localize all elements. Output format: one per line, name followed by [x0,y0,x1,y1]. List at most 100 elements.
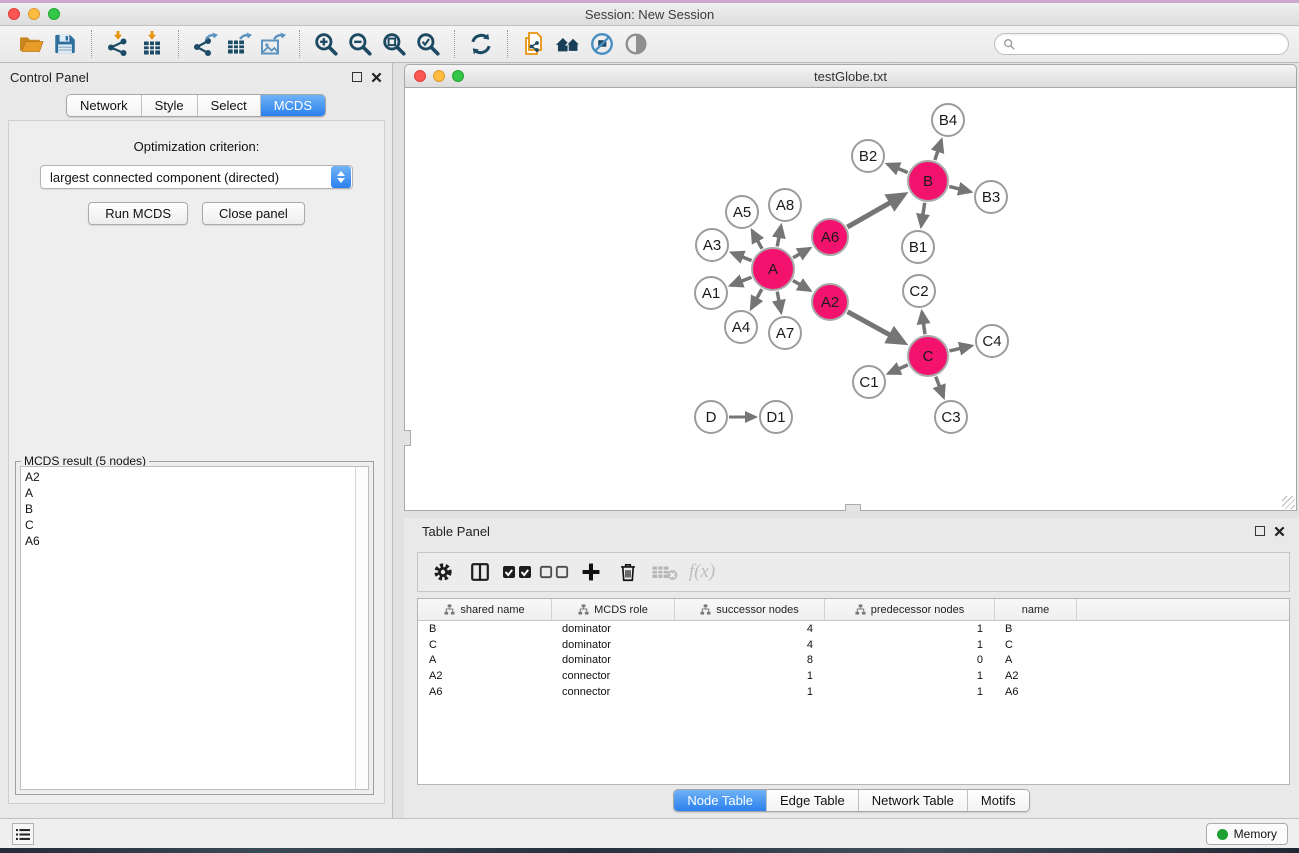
float-panel-icon[interactable] [352,72,362,82]
tab-style[interactable]: Style [141,95,197,116]
criterion-dropdown[interactable]: largest connected component (directed) [40,165,353,189]
graph-edge-A-A6[interactable] [793,249,809,258]
graph-node-A3[interactable]: A3 [695,228,729,262]
cell-MCDS-role[interactable]: dominator [551,639,674,651]
tab-select[interactable]: Select [197,95,260,116]
cell-successor-nodes[interactable]: 1 [674,670,824,682]
result-item[interactable]: B [25,501,352,517]
result-item[interactable]: A [25,485,352,501]
zoom-fit-button[interactable] [377,29,411,59]
graph-node-A[interactable]: A [751,247,795,291]
table-options-button[interactable] [428,557,458,587]
column-header-MCDS-role[interactable]: MCDS role [551,599,674,620]
close-panel-button[interactable]: Close panel [202,202,305,225]
graph-edge-B-B4[interactable] [935,140,941,160]
graph-node-D1[interactable]: D1 [759,400,793,434]
column-header-shared-name[interactable]: shared name [418,599,551,620]
show-column-button[interactable] [465,557,495,587]
cell-shared-name[interactable]: A2 [418,670,551,682]
graph-edge-C-C1[interactable] [889,365,908,373]
tab-network[interactable]: Network [67,95,141,116]
new-network-from-selection-button[interactable] [517,29,551,59]
tab-node-table[interactable]: Node Table [674,790,766,811]
zoom-out-button[interactable] [343,29,377,59]
tab-network-table[interactable]: Network Table [858,790,967,811]
result-item[interactable]: C [25,517,352,533]
window-resize-grip[interactable] [1282,496,1295,509]
cell-predecessor-nodes[interactable]: 0 [824,654,994,666]
select-all-rows-button[interactable] [502,557,532,587]
tab-motifs[interactable]: Motifs [967,790,1029,811]
cell-MCDS-role[interactable]: connector [551,670,674,682]
graph-node-B2[interactable]: B2 [851,139,885,173]
cell-shared-name[interactable]: B [418,623,551,635]
tab-edge-table[interactable]: Edge Table [766,790,858,811]
graph-node-C1[interactable]: C1 [852,365,886,399]
graph-node-C4[interactable]: C4 [975,324,1009,358]
open-session-button[interactable] [14,29,48,59]
table-row[interactable]: Adominator80A [418,653,1289,669]
export-network-button[interactable] [188,29,222,59]
graph-node-A8[interactable]: A8 [768,188,802,222]
export-table-button[interactable] [222,29,256,59]
hide-selected-button[interactable] [585,29,619,59]
cell-predecessor-nodes[interactable]: 1 [824,623,994,635]
cell-successor-nodes[interactable]: 4 [674,639,824,651]
graph-node-A5[interactable]: A5 [725,195,759,229]
graph-edge-C-C2[interactable] [922,312,925,334]
graph-node-A6[interactable]: A6 [811,218,849,256]
graph-edge-C-C4[interactable] [949,346,971,351]
graph-node-B3[interactable]: B3 [974,180,1008,214]
graph-edge-A-A7[interactable] [777,292,781,312]
cell-shared-name[interactable]: A [418,654,551,666]
cell-name[interactable]: A6 [994,686,1076,698]
cell-successor-nodes[interactable]: 4 [674,623,824,635]
cell-MCDS-role[interactable]: connector [551,686,674,698]
table-row[interactable]: Cdominator41C [418,637,1289,653]
table-row[interactable]: A6connector11A6 [418,684,1289,700]
cell-name[interactable]: B [994,623,1076,635]
cell-shared-name[interactable]: A6 [418,686,551,698]
create-new-column-button[interactable] [576,557,606,587]
refresh-layout-button[interactable] [464,29,498,59]
result-list-scrollbar[interactable] [355,467,368,789]
show-hidden-button[interactable] [619,29,653,59]
left-splitter-handle[interactable] [404,430,411,446]
mcds-result-list[interactable]: A2ABCA6 [20,466,369,790]
graph-node-D[interactable]: D [694,400,728,434]
graph-edge-A6-B[interactable] [847,195,904,227]
bottom-splitter-handle[interactable] [845,504,861,511]
close-panel-icon[interactable] [371,72,382,83]
result-item[interactable]: A2 [25,469,352,485]
graph-edge-A-A1[interactable] [731,277,751,285]
cell-name[interactable]: A [994,654,1076,666]
cell-shared-name[interactable]: C [418,639,551,651]
first-neighbors-button[interactable] [551,29,585,59]
delete-columns-button[interactable] [613,557,643,587]
show-task-history-button[interactable] [12,823,34,845]
cell-successor-nodes[interactable]: 8 [674,654,824,666]
cell-predecessor-nodes[interactable]: 1 [824,670,994,682]
graph-edge-A-A3[interactable] [732,253,752,261]
cell-predecessor-nodes[interactable]: 1 [824,686,994,698]
tab-mcds[interactable]: MCDS [260,95,325,116]
column-header-successor-nodes[interactable]: successor nodes [674,599,824,620]
zoom-selected-button[interactable] [411,29,445,59]
search-input[interactable] [1020,37,1280,51]
graph-node-B4[interactable]: B4 [931,103,965,137]
graph-node-A1[interactable]: A1 [694,276,728,310]
graph-node-A2[interactable]: A2 [811,283,849,321]
result-item[interactable]: A6 [25,533,352,549]
export-image-button[interactable] [256,29,290,59]
import-network-button[interactable] [101,29,135,59]
graph-node-C[interactable]: C [907,335,949,377]
cell-MCDS-role[interactable]: dominator [551,654,674,666]
memory-button[interactable]: Memory [1206,823,1288,845]
graph-edge-B-B1[interactable] [921,203,924,226]
graph-edge-C-C3[interactable] [936,377,944,397]
graph-edge-B-B3[interactable] [949,186,970,191]
table-close-panel-icon[interactable] [1274,526,1285,537]
graph-edge-A-A4[interactable] [751,289,761,308]
graph-node-C2[interactable]: C2 [902,274,936,308]
cell-successor-nodes[interactable]: 1 [674,686,824,698]
